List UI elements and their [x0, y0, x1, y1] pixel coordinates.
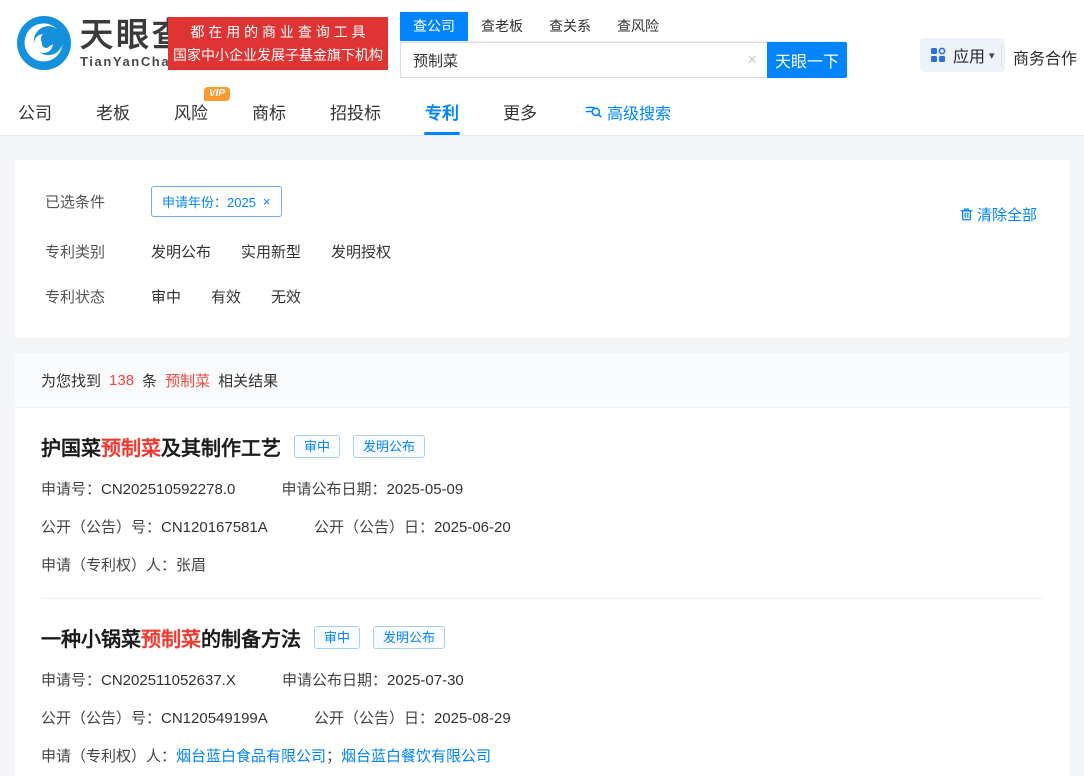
summary-prefix: 为您找到 [41, 370, 101, 391]
patent-category-label: 专利类别 [45, 241, 151, 262]
applicant-separator: ； [326, 748, 341, 765]
vip-badge: VIP [204, 87, 230, 101]
apps-menu-button[interactable]: 应用 ▾ [920, 38, 1005, 72]
nav-item-bidding[interactable]: 招投标 [330, 88, 381, 135]
status-badge: 审中 [314, 626, 360, 649]
title-keyword-highlight: 预制菜 [101, 432, 161, 461]
type-badge: 发明公布 [373, 626, 445, 649]
title-keyword-highlight: 预制菜 [141, 623, 201, 652]
slogan-line2: 国家中小企业发展子基金旗下机构 [168, 45, 388, 65]
nav-item-boss[interactable]: 老板 [96, 88, 130, 135]
nav-item-company[interactable]: 公司 [18, 88, 52, 135]
filter-option-invention-publication[interactable]: 发明公布 [151, 241, 211, 262]
results-panel: 为您找到 138 条 预制菜 相关结果 护国菜预制菜及其制作工艺 审中 发明公布… [15, 353, 1069, 776]
tianyancha-logo-icon [16, 15, 72, 71]
nav-item-patent[interactable]: 专利 [425, 88, 459, 135]
type-badge: 发明公布 [353, 435, 425, 458]
nav-item-risk-label: 风险 [174, 104, 208, 123]
title-text: 护国菜 [41, 432, 101, 461]
nav-item-more[interactable]: 更多 [503, 88, 537, 135]
announcement-no-value: CN120549199A [161, 710, 268, 727]
summary-suffix: 相关结果 [218, 370, 278, 391]
advanced-search-label: 高级搜索 [607, 100, 671, 124]
publication-date-value: 2025-07-30 [387, 672, 464, 689]
search-tab-boss[interactable]: 查老板 [468, 12, 536, 41]
summary-unit: 条 [142, 370, 157, 391]
search-tabs: 查公司 查老板 查关系 查风险 [400, 12, 847, 42]
publication-date-value: 2025-05-09 [387, 481, 464, 498]
clear-all-label: 清除全部 [977, 204, 1037, 225]
announcement-date-label: 公开（公告）日： [314, 519, 434, 536]
publication-date-label: 申请公布日期： [282, 672, 387, 689]
title-text: 的制备方法 [201, 623, 301, 652]
apps-label: 应用 [953, 43, 985, 67]
filter-option-utility-model[interactable]: 实用新型 [241, 241, 301, 262]
application-no-label: 申请号： [41, 672, 101, 689]
main-nav: 公司 老板 风险 VIP 商标 招投标 专利 更多 高级搜索 [0, 88, 1084, 136]
filter-panel: 已选条件 申请年份：2025 × 专利类别 发明公布 实用新型 发明授权 专利状… [15, 160, 1069, 338]
announcement-no-value: CN120167581A [161, 519, 268, 536]
filter-option-invention-grant[interactable]: 发明授权 [331, 241, 391, 262]
title-text: 及其制作工艺 [161, 432, 281, 461]
filter-option-valid[interactable]: 有效 [211, 286, 241, 307]
advanced-search-icon [585, 103, 602, 120]
filter-chip-year[interactable]: 申请年份：2025 × [151, 186, 282, 217]
patent-result-item: 护国菜预制菜及其制作工艺 审中 发明公布 申请号：CN202510592278.… [15, 408, 1069, 598]
search-input[interactable] [400, 42, 767, 78]
trash-icon [959, 207, 974, 222]
nav-item-trademark[interactable]: 商标 [252, 88, 286, 135]
filter-option-invalid[interactable]: 无效 [271, 286, 301, 307]
status-badge: 审中 [294, 435, 340, 458]
clear-search-icon[interactable]: × [747, 50, 757, 70]
patent-result-item: 一种小锅菜预制菜的制备方法 审中 发明公布 申请号：CN202511052637… [15, 599, 1069, 776]
header-divider [1001, 44, 1002, 66]
summary-count: 138 [109, 372, 134, 389]
patent-title-link[interactable]: 一种小锅菜预制菜的制备方法 审中 发明公布 [41, 623, 1043, 652]
application-no-value: CN202510592278.0 [101, 481, 235, 498]
application-no-value: CN202511052637.X [101, 672, 236, 689]
chip-close-icon[interactable]: × [263, 194, 271, 209]
applicant-name: 张眉 [176, 557, 206, 574]
results-summary: 为您找到 138 条 预制菜 相关结果 [15, 353, 1069, 408]
caret-down-icon: ▾ [989, 49, 995, 62]
title-text: 一种小锅菜 [41, 623, 141, 652]
announcement-date-value: 2025-08-29 [434, 710, 511, 727]
applicant-label: 申请（专利权）人： [41, 748, 176, 765]
applicant-company-link[interactable]: 烟台蓝白食品有限公司 [176, 748, 326, 765]
applicant-company-link[interactable]: 烟台蓝白餐饮有限公司 [341, 748, 491, 765]
application-no-label: 申请号： [41, 481, 101, 498]
clear-all-button[interactable]: 清除全部 [959, 204, 1037, 225]
announcement-date-label: 公开（公告）日： [314, 710, 434, 727]
announcement-date-value: 2025-06-20 [434, 519, 511, 536]
search-area: 查公司 查老板 查关系 查风险 × 天眼一下 [400, 12, 847, 78]
search-tab-risk[interactable]: 查风险 [604, 12, 672, 41]
header: 天眼查 TianYanCha.com 都 在 用 的 商 业 查 询 工 具 国… [0, 0, 1084, 88]
patent-title-link[interactable]: 护国菜预制菜及其制作工艺 审中 发明公布 [41, 432, 1043, 461]
announcement-no-label: 公开（公告）号： [41, 710, 161, 727]
selected-conditions-label: 已选条件 [45, 191, 151, 212]
search-button[interactable]: 天眼一下 [767, 42, 847, 78]
summary-keyword: 预制菜 [165, 370, 210, 391]
apps-grid-icon [930, 47, 946, 63]
slogan-line1: 都 在 用 的 商 业 查 询 工 具 [168, 22, 388, 42]
search-tab-company[interactable]: 查公司 [400, 12, 468, 41]
filter-option-pending[interactable]: 审中 [151, 286, 181, 307]
publication-date-label: 申请公布日期： [281, 481, 386, 498]
brand-slogan: 都 在 用 的 商 业 查 询 工 具 国家中小企业发展子基金旗下机构 [168, 17, 388, 70]
announcement-no-label: 公开（公告）号： [41, 519, 161, 536]
patent-status-label: 专利状态 [45, 286, 151, 307]
filter-chip-label: 申请年份：2025 [162, 192, 256, 211]
nav-item-risk[interactable]: 风险 VIP [174, 88, 208, 135]
advanced-search-link[interactable]: 高级搜索 [585, 100, 671, 124]
search-tab-relation[interactable]: 查关系 [536, 12, 604, 41]
business-cooperation-link[interactable]: 商务合作 [1013, 45, 1077, 69]
applicant-label: 申请（专利权）人： [41, 557, 176, 574]
